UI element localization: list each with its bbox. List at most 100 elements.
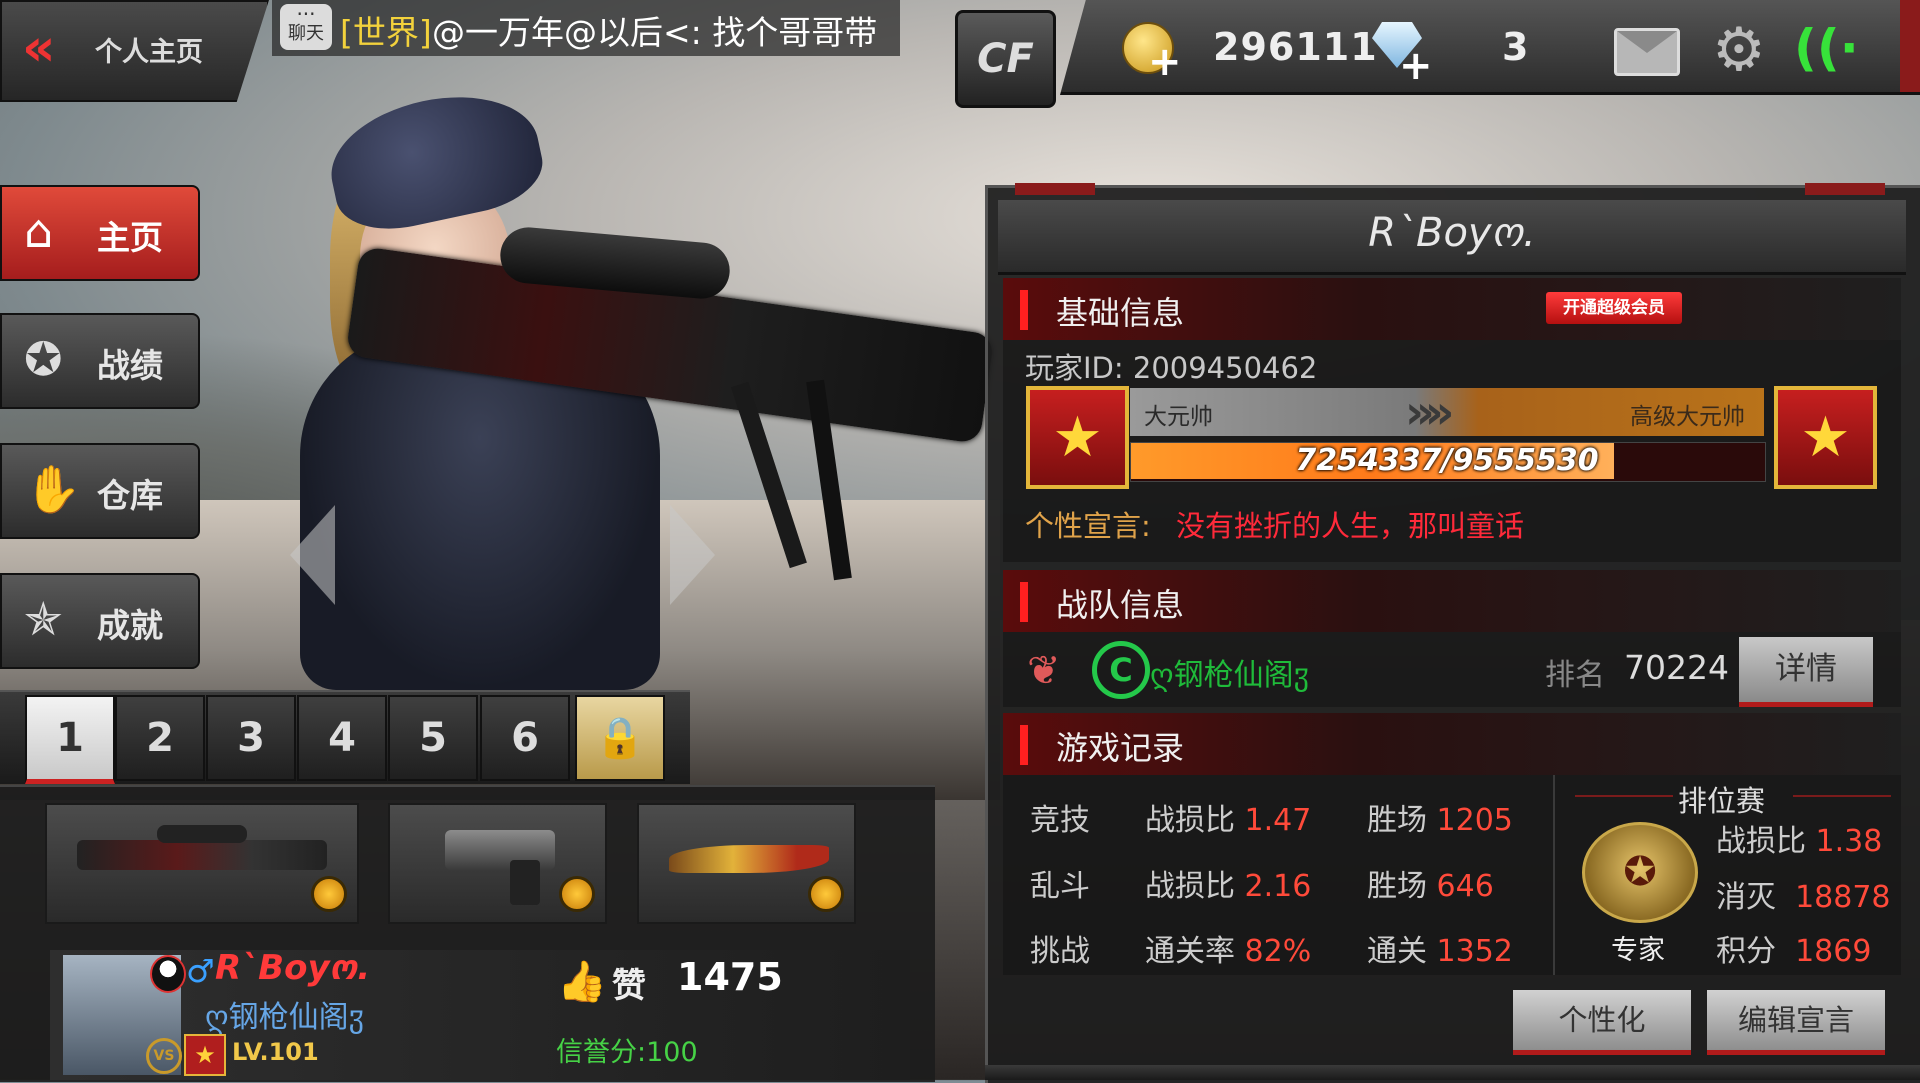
rotate-left-arrow-icon[interactable]	[290, 505, 335, 605]
nav-achievements-label: 成就	[97, 606, 163, 645]
ranked-stat-value: 1869	[1795, 934, 1872, 969]
record-stat-value: 1205	[1436, 803, 1513, 838]
record-stat-label: 通关率	[1145, 934, 1235, 969]
basic-info-header: 基础信息	[1003, 278, 1901, 340]
gear-icon[interactable]: ⚙	[1712, 20, 1766, 80]
loadout-tab-6[interactable]: 6	[480, 695, 570, 781]
credit-score: 信誉分:100	[556, 1037, 698, 1068]
ranked-stat-label: 积分	[1716, 934, 1776, 969]
player-name: R`Boyო.	[215, 948, 371, 988]
gold-badge-icon	[311, 876, 347, 912]
gold-badge-icon	[808, 876, 844, 912]
thumbs-up-icon[interactable]: 👍	[557, 958, 607, 1005]
qq-penguin-icon	[150, 955, 186, 993]
diamond-amount: 3	[1502, 25, 1529, 69]
team-c-badge-icon: C	[1092, 641, 1150, 699]
primary-weapon-slot[interactable]	[45, 803, 359, 924]
record-stat-label: 胜场	[1367, 803, 1427, 838]
player-clan-name: ღ钢枪仙阁ჳ	[205, 1000, 364, 1035]
gold-badge-icon	[559, 876, 595, 912]
team-emblem-icon: ❦	[1027, 648, 1061, 694]
ranked-stat-label: 消灭	[1716, 880, 1776, 915]
add-diamond-plus-icon[interactable]: +	[1399, 46, 1433, 86]
melee-weapon-slot[interactable]	[637, 803, 856, 924]
ranked-stat: 积分 1869	[1716, 926, 1871, 970]
ranked-stat: 战损比 1.38	[1716, 816, 1882, 860]
nav-stats-button[interactable]: ✪ 战绩	[0, 313, 200, 409]
section-marker	[1020, 582, 1028, 622]
nav-warehouse-label: 仓库	[97, 476, 163, 515]
record-stat-value: 82%	[1244, 934, 1312, 969]
rifle-scope-icon	[157, 825, 247, 843]
record-stat: 通关率 82%	[1145, 926, 1311, 970]
record-stat-label: 战损比	[1145, 869, 1235, 904]
record-stat-label: 胜场	[1367, 869, 1427, 904]
team-info-header: 战队信息	[1003, 570, 1901, 632]
record-stat-value: 2.16	[1244, 869, 1312, 904]
chat-channel-tag: [世界]	[340, 13, 432, 52]
player-id: 玩家ID: 2009450462	[1025, 351, 1318, 385]
record-stat-value: 1.47	[1244, 803, 1312, 838]
section-title: 游戏记录	[1056, 729, 1185, 767]
wifi-icon: ((·	[1794, 19, 1859, 77]
customize-button[interactable]: 个性化	[1513, 990, 1691, 1055]
ranked-tier-name: 专家	[1611, 935, 1665, 966]
edit-motto-button[interactable]: 编辑宣言	[1707, 990, 1885, 1055]
record-mode: 乱斗	[1030, 869, 1090, 904]
add-gold-plus-icon[interactable]: +	[1148, 42, 1182, 82]
section-marker	[1020, 725, 1028, 765]
xp-progress-text: 7254337/9555530	[1295, 443, 1599, 478]
team-details-button[interactable]: 详情	[1739, 637, 1873, 707]
vip-upgrade-button[interactable]: 开通超级会员	[1546, 292, 1682, 324]
record-stat-label: 通关	[1367, 934, 1427, 969]
loadout-tab-3[interactable]: 3	[206, 695, 296, 781]
top-bar-edge	[1900, 0, 1920, 92]
nav-achievements-button[interactable]: ✯ 成就	[0, 573, 200, 669]
hand-box-icon: ✋	[24, 462, 82, 516]
record-stat: 战损比 2.16	[1145, 861, 1311, 905]
sniper-rifle-icon	[77, 840, 327, 870]
loadout-tab-4[interactable]: 4	[297, 695, 387, 781]
current-rank-name: 大元帅	[1144, 404, 1213, 430]
nav-warehouse-button[interactable]: ✋ 仓库	[0, 443, 200, 539]
next-rank-emblem-icon: ★	[1774, 386, 1877, 489]
panel-decor-strip	[1015, 183, 1095, 195]
current-rank-emblem-icon: ★	[1026, 386, 1129, 489]
currency-bar	[1060, 0, 1920, 95]
ranked-stat-value: 1.38	[1815, 824, 1883, 859]
knife-icon	[669, 845, 829, 873]
section-marker	[1020, 290, 1028, 330]
loadout-tab-1[interactable]: 1	[25, 695, 115, 784]
secondary-weapon-slot[interactable]	[388, 803, 607, 924]
record-stat: 战损比 1.47	[1145, 795, 1311, 839]
rotate-right-arrow-icon[interactable]	[670, 505, 715, 605]
team-rank-label: 排名	[1545, 658, 1605, 693]
record-stat-value: 1352	[1436, 934, 1513, 969]
chevron-right-icon: »»	[1405, 385, 1455, 439]
male-gender-icon: ♂	[186, 952, 215, 990]
ranked-stat-label: 战损比	[1716, 824, 1806, 859]
chat-bubble-icon[interactable]: ··· 聊天	[280, 4, 332, 50]
record-mode: 挑战	[1030, 934, 1090, 969]
game-record-header: 游戏记录	[1003, 713, 1901, 775]
record-stat: 通关 1352	[1367, 926, 1513, 970]
locked-loadout-tab[interactable]: 🔒	[575, 695, 665, 781]
chat-message-text: @一万年@以后<: 找个哥哥带	[432, 13, 878, 52]
game-logo-icon[interactable]: CF	[955, 10, 1056, 108]
nav-home-button[interactable]: ⌂ 主页	[0, 185, 200, 281]
record-stat: 胜场 646	[1367, 861, 1494, 905]
chat-dots-icon: ···	[296, 2, 316, 26]
rank-star-badge-icon: ★	[184, 1034, 226, 1076]
loadout-tab-5[interactable]: 5	[388, 695, 478, 781]
loadout-tab-2[interactable]: 2	[115, 695, 205, 781]
double-chevron-left-icon[interactable]: «	[22, 18, 56, 78]
nav-stats-label: 战绩	[97, 346, 163, 385]
star-wings-icon: ✪	[24, 332, 63, 386]
team-name: ღ钢枪仙阁ჳ	[1150, 658, 1309, 693]
ranked-stat: 消灭 18878	[1716, 872, 1891, 916]
record-stat: 胜场 1205	[1367, 795, 1513, 839]
back-button-label: 个人主页	[95, 37, 203, 68]
ranked-tier-emblem-icon: ✪	[1582, 822, 1698, 923]
mail-icon[interactable]	[1614, 28, 1680, 76]
like-count: 1475	[677, 955, 783, 999]
